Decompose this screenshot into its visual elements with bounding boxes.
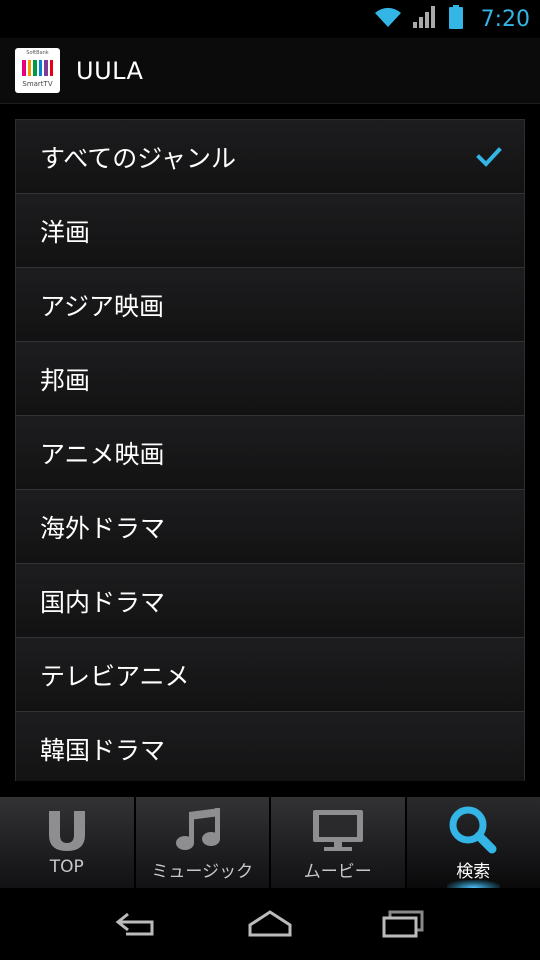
back-icon[interactable] [107, 904, 167, 944]
uula-u-icon [37, 805, 97, 855]
app-title: UULA [76, 56, 144, 85]
tab-movie[interactable]: ムービー [271, 797, 405, 888]
wifi-icon [373, 5, 403, 33]
list-item-anime-movies[interactable]: アニメ映画 [16, 416, 524, 490]
app-logo[interactable]: SoftBank SmartTV [15, 48, 60, 93]
list-item-label: 海外ドラマ [40, 513, 166, 543]
list-item-label: テレビアニメ [40, 661, 190, 691]
list-item-korean-dramas[interactable]: 韓国ドラマ [16, 712, 524, 781]
list-item-label: 洋画 [40, 217, 91, 247]
screen: 7:20 SoftBank SmartTV UULA すべてのジャンル 洋画 ア… [0, 0, 540, 960]
list-item-label: 邦画 [40, 365, 91, 395]
checkmark-icon [476, 144, 502, 170]
list-item-western-movies[interactable]: 洋画 [16, 194, 524, 268]
status-time: 7:20 [480, 6, 530, 32]
bottom-tab-bar: TOP ミュージック ムービー 検索 [0, 797, 540, 888]
recent-apps-icon[interactable] [373, 904, 433, 944]
music-note-icon [172, 805, 232, 855]
home-icon[interactable] [240, 904, 300, 944]
status-bar: 7:20 [0, 0, 540, 38]
genre-list: すべてのジャンル 洋画 アジア映画 邦画 アニメ映画 海外ドラマ 国内ドラマ テ… [15, 119, 525, 781]
list-item-tv-anime[interactable]: テレビアニメ [16, 638, 524, 712]
list-item-label: 国内ドラマ [40, 587, 166, 617]
battery-icon [448, 5, 463, 33]
list-item-label: 韓国ドラマ [40, 735, 166, 765]
list-item-japanese-movies[interactable]: 邦画 [16, 342, 524, 416]
tab-top[interactable]: TOP [0, 797, 134, 888]
search-icon [443, 805, 503, 855]
tab-search[interactable]: 検索 [406, 797, 540, 888]
tab-label: 検索 [456, 862, 491, 882]
list-item-overseas-dramas[interactable]: 海外ドラマ [16, 490, 524, 564]
system-nav-bar [0, 888, 540, 960]
logo-bars [22, 60, 53, 76]
list-item-all-genres[interactable]: すべてのジャンル [16, 120, 524, 194]
tab-label: ムービー [303, 862, 372, 882]
tab-label: TOP [49, 857, 84, 877]
list-item-domestic-dramas[interactable]: 国内ドラマ [16, 564, 524, 638]
list-item-label: アジア映画 [40, 291, 165, 321]
list-item-label: アニメ映画 [40, 439, 165, 469]
list-item-label: すべてのジャンル [40, 143, 237, 173]
tab-label: ミュージック [151, 862, 254, 882]
logo-top-text: SoftBank [26, 50, 49, 56]
action-bar: SoftBank SmartTV UULA [0, 38, 540, 104]
signal-icon [412, 5, 439, 33]
tv-monitor-icon [308, 805, 368, 855]
list-item-asian-movies[interactable]: アジア映画 [16, 268, 524, 342]
logo-bottom-text: SmartTV [22, 80, 53, 88]
tab-music[interactable]: ミュージック [135, 797, 269, 888]
